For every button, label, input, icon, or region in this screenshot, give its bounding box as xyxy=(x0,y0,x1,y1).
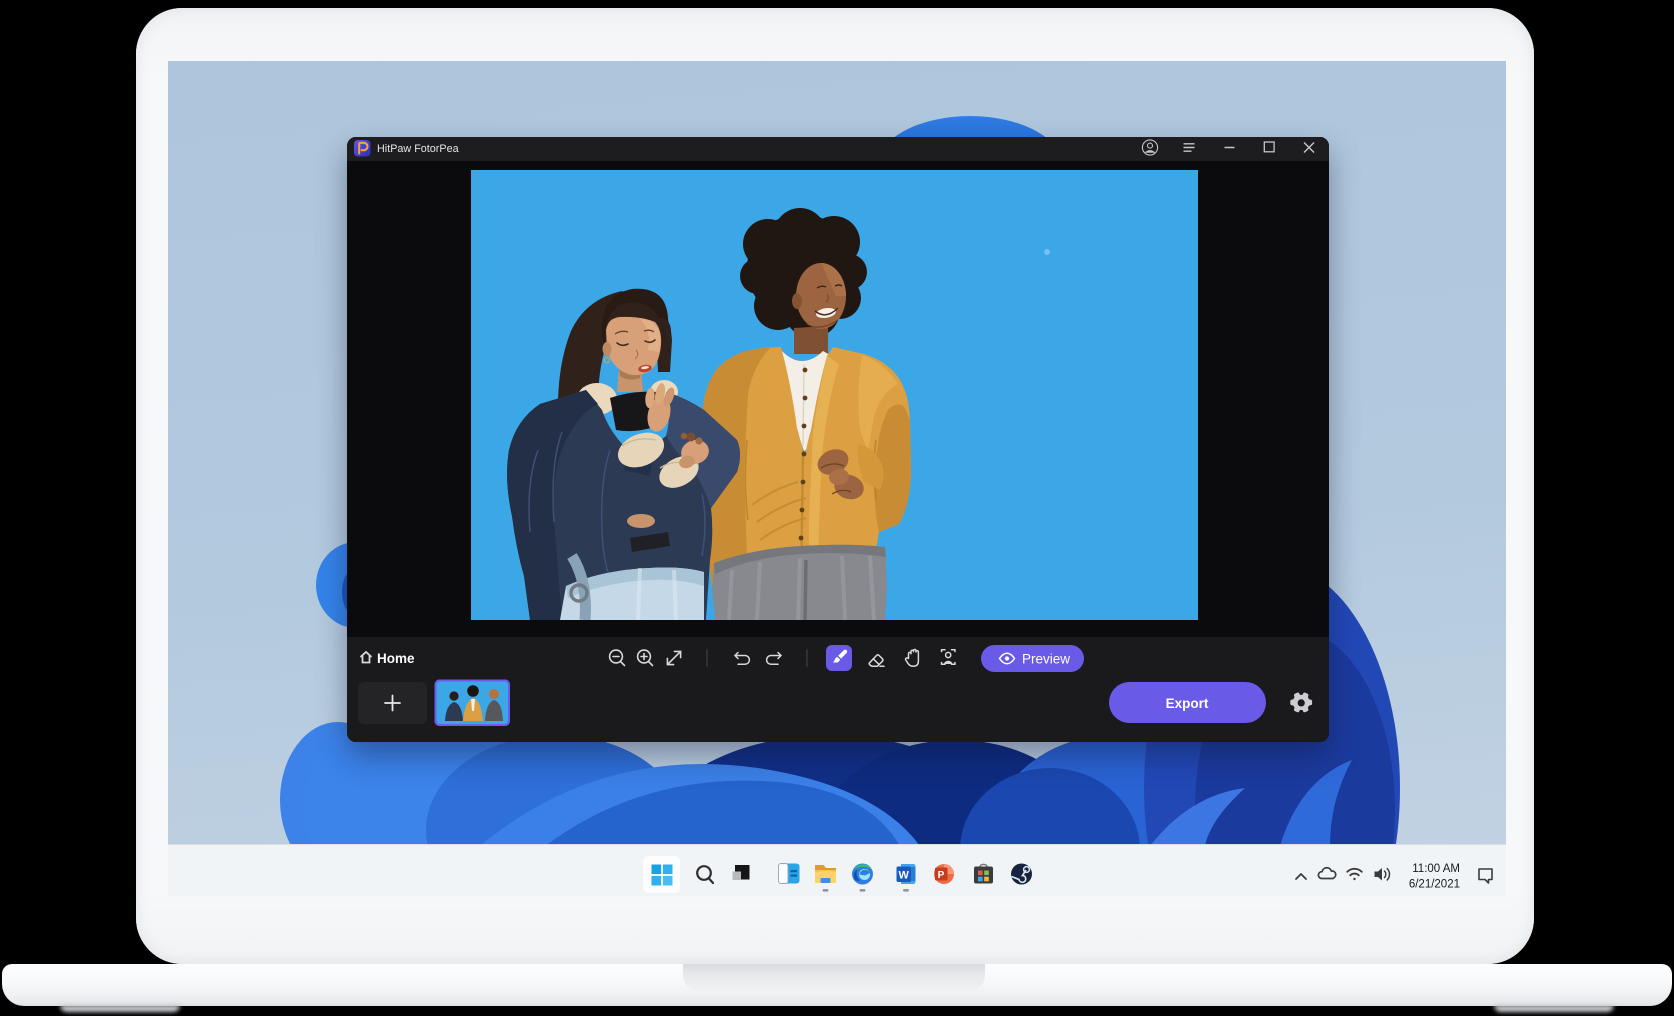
svg-text:6/21/2021: 6/21/2021 xyxy=(1409,879,1460,891)
svg-text:Export: Export xyxy=(1166,696,1209,711)
svg-text:HitPaw FotorPea: HitPaw FotorPea xyxy=(377,143,459,155)
svg-text:11:00 AM: 11:00 AM xyxy=(1412,863,1460,875)
svg-text:P: P xyxy=(938,870,945,881)
svg-text:Home: Home xyxy=(377,651,415,666)
svg-text:Preview: Preview xyxy=(1022,652,1070,667)
svg-text:W: W xyxy=(899,870,910,882)
